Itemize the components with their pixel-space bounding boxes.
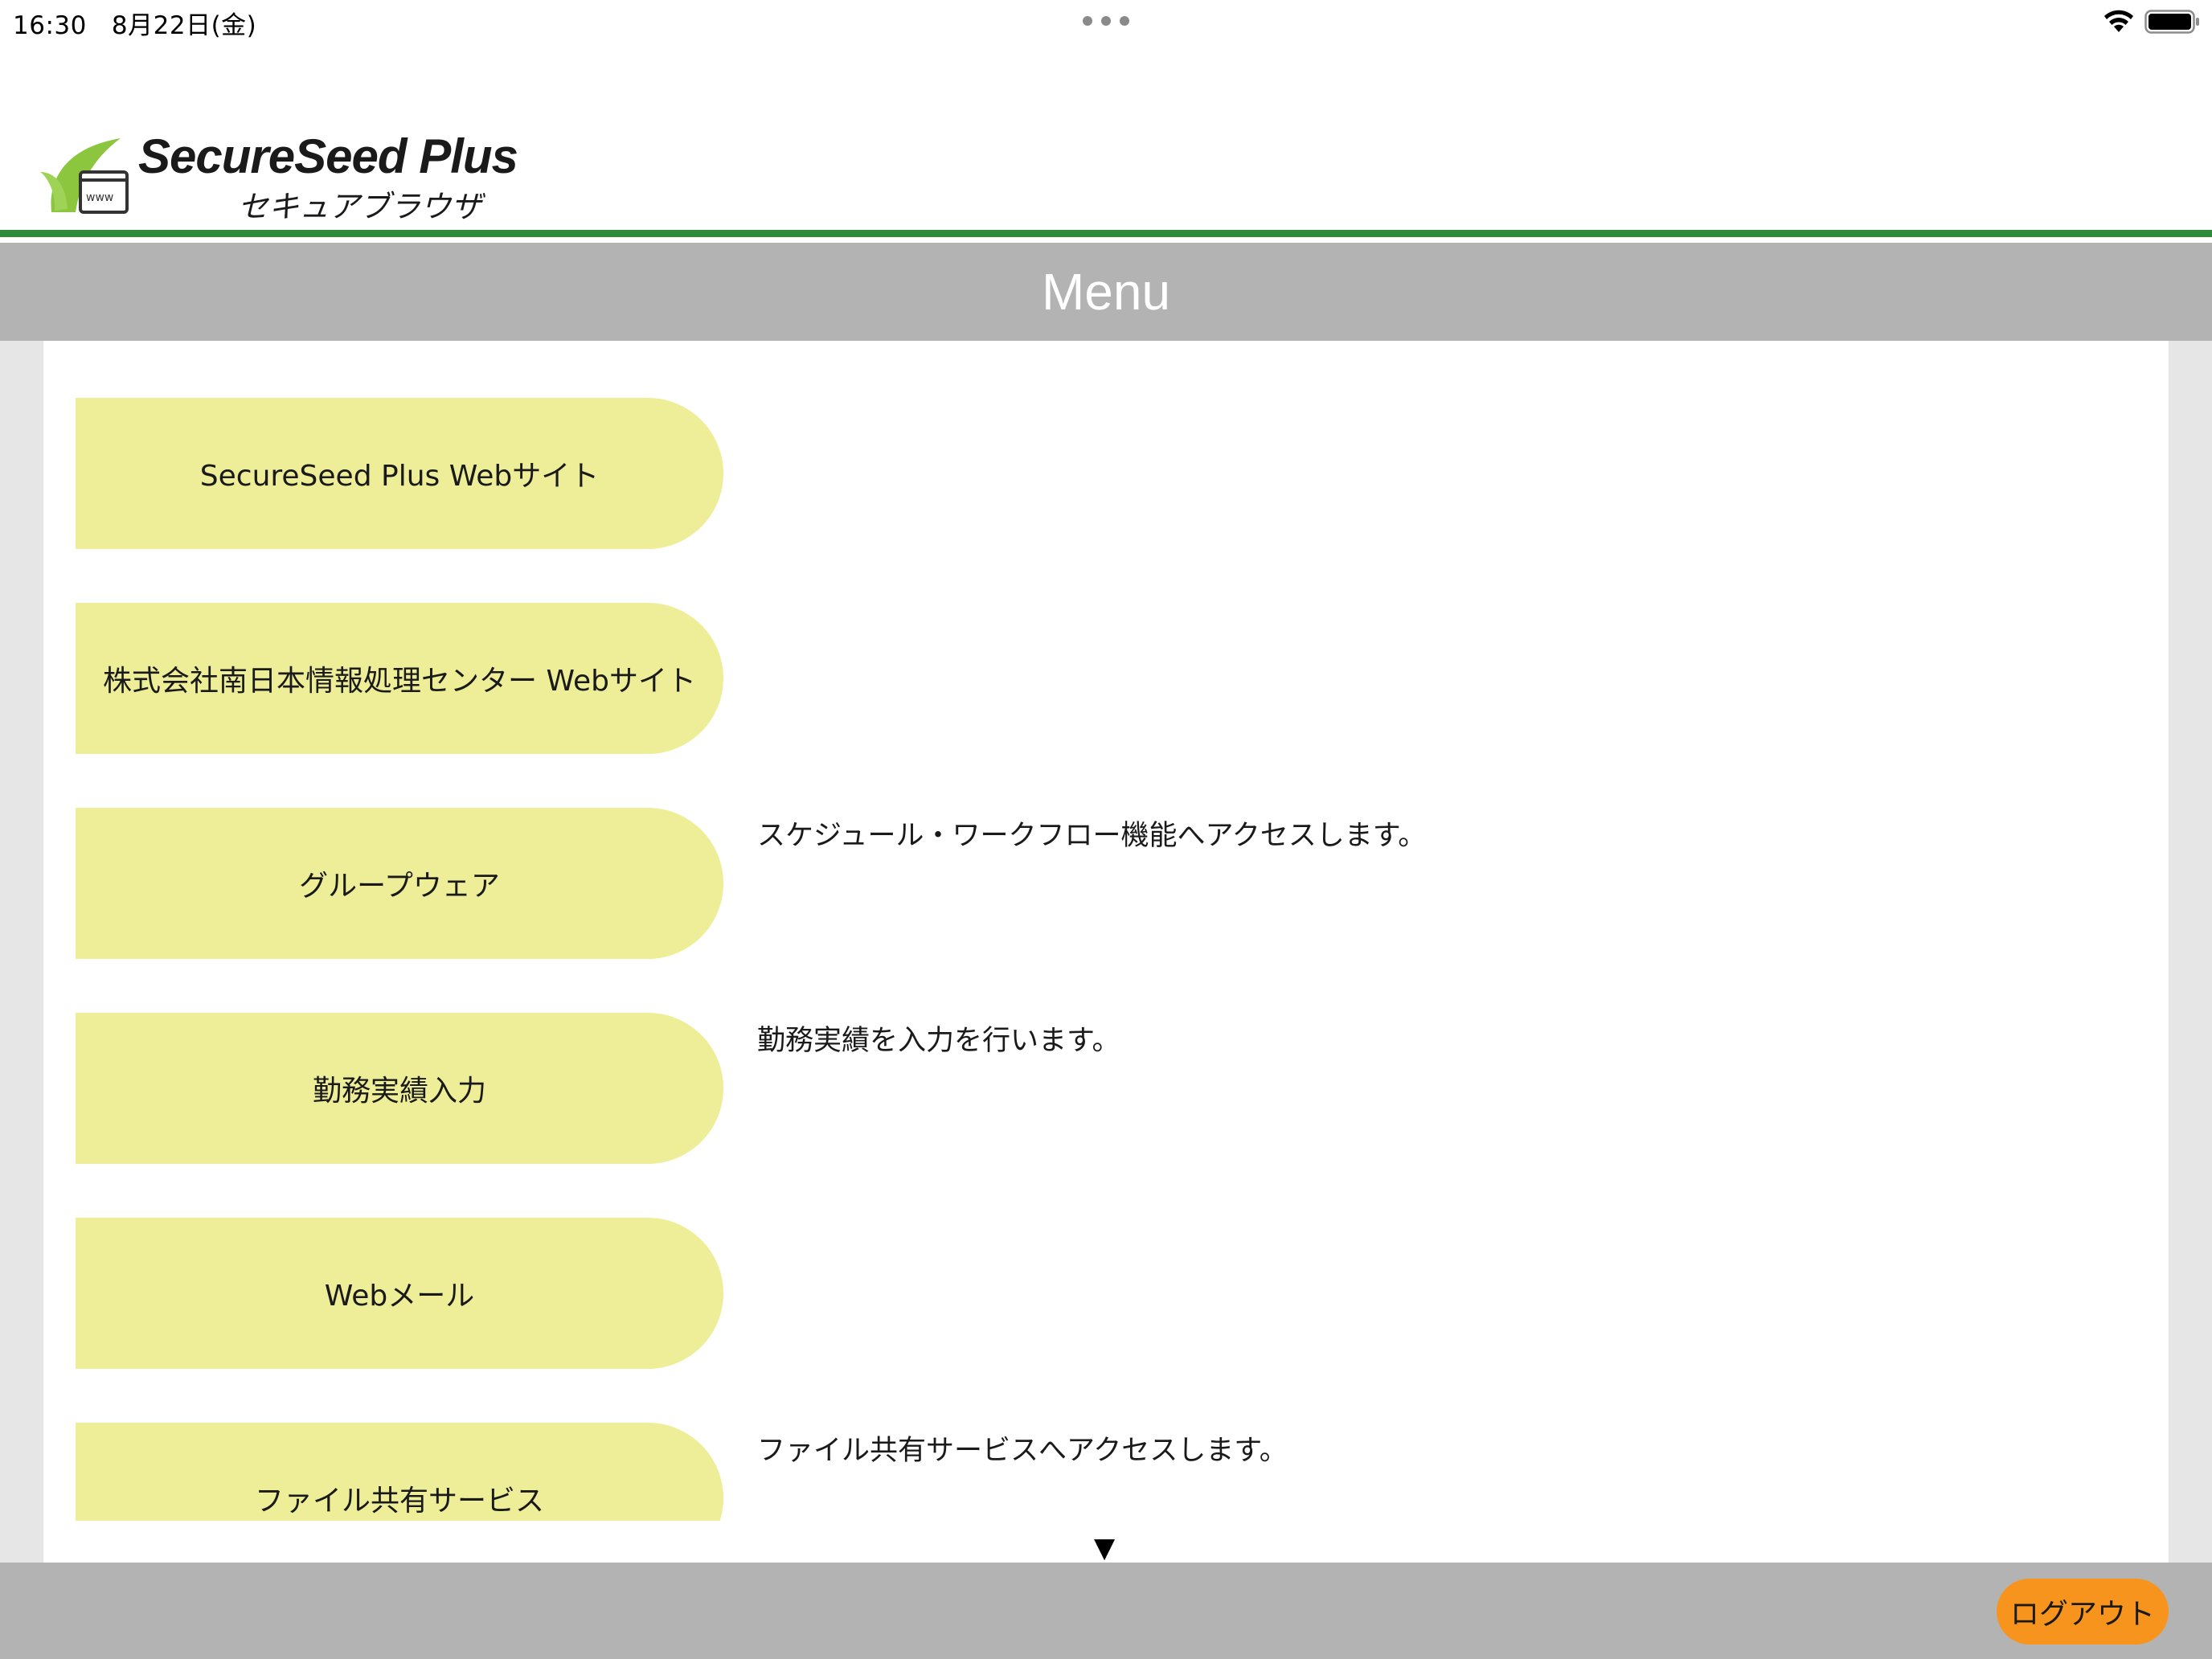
status-clock: 16:30: [13, 11, 87, 40]
menu-item-groupware[interactable]: グループウェア: [76, 808, 723, 959]
logout-button[interactable]: ログアウト: [1997, 1579, 2169, 1645]
menu-item-secureseed-website[interactable]: SecureSeed Plus Webサイト: [76, 398, 723, 549]
menu-item-description: ファイル共有サービスへアクセスします。: [757, 1435, 1288, 1467]
footer-bar: ログアウト: [0, 1563, 2212, 1659]
logo-www-text: www: [86, 191, 113, 204]
menu-item-webmail[interactable]: Webメール: [76, 1218, 723, 1369]
status-date: 8月22日(金): [111, 11, 257, 40]
menu-item-company-website[interactable]: 株式会社南日本情報処理センター Webサイト: [76, 603, 723, 754]
status-time: 16:30 8月22日(金): [13, 5, 256, 41]
seed-logo-icon: www: [40, 138, 129, 214]
menu-item-description: スケジュール・ワークフロー機能へアクセスします。: [757, 820, 1427, 852]
page-title: Menu: [1041, 263, 1171, 321]
multitasking-dots-icon[interactable]: [1083, 16, 1129, 26]
menu-row: SecureSeed Plus Webサイト: [76, 398, 2133, 551]
menu-row: 株式会社南日本情報処理センター Webサイト: [76, 603, 2133, 756]
menu-row: グループウェア スケジュール・ワークフロー機能へアクセスします。: [76, 808, 2133, 961]
scroll-down-icon[interactable]: ▼: [1094, 1532, 1115, 1564]
status-bar: 16:30 8月22日(金): [0, 0, 2212, 45]
right-gutter: [2169, 341, 2212, 1563]
wifi-icon: [2104, 10, 2133, 32]
menu-list[interactable]: SecureSeed Plus Webサイト 株式会社南日本情報処理センター W…: [43, 341, 2169, 1563]
left-gutter: [0, 341, 43, 1563]
battery-icon: [2144, 10, 2199, 34]
brand-logo: www SecureSeed Plus セキュアブラウザ: [40, 129, 518, 225]
title-bar: Menu: [0, 243, 2212, 341]
header-divider: [0, 230, 2212, 237]
menu-item-attendance-entry[interactable]: 勤務実績入力: [76, 1013, 723, 1164]
brand-subtitle: セキュアブラウザ: [238, 189, 482, 224]
menu-row: 勤務実績入力 勤務実績を入力を行います。: [76, 1013, 2133, 1165]
menu-item-description: 勤務実績を入力を行います。: [757, 1025, 1120, 1057]
menu-row: Webメール: [76, 1218, 2133, 1370]
brand-name: SecureSeed Plus: [138, 129, 518, 183]
